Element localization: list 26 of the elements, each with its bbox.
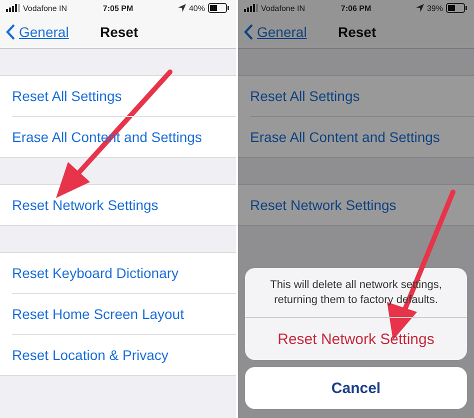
status-time: 7:06 PM	[340, 4, 372, 12]
status-time: 7:05 PM	[102, 4, 134, 12]
settings-row[interactable]: Erase All Content and Settings	[250, 117, 474, 157]
battery-icon	[446, 3, 468, 13]
carrier-name: Vodafone IN	[23, 4, 68, 12]
reset-button[interactable]: Reset Network Settings	[245, 318, 467, 360]
signal-icon	[6, 4, 20, 12]
battery-percent: 40%	[188, 4, 205, 12]
battery-icon	[208, 3, 230, 13]
back-link[interactable]: General	[0, 24, 69, 40]
settings-row[interactable]: Reset Location & Privacy	[12, 335, 236, 375]
settings-row[interactable]: Reset All Settings	[250, 76, 474, 117]
settings-row[interactable]: Reset Home Screen Layout	[12, 294, 236, 335]
location-icon	[178, 4, 186, 12]
location-icon	[416, 4, 424, 12]
back-link[interactable]: General	[238, 24, 307, 40]
screen-title: Reset	[100, 24, 138, 40]
cancel-button[interactable]: Cancel	[245, 367, 467, 409]
screen-title: Reset	[338, 24, 376, 40]
battery-percent: 39%	[426, 4, 443, 12]
settings-row[interactable]: Reset Keyboard Dictionary	[12, 253, 236, 294]
carrier-name: Vodafone IN	[261, 4, 306, 12]
settings-row[interactable]: Reset All Settings	[12, 76, 236, 117]
signal-icon	[244, 4, 258, 12]
back-chevron-icon	[6, 24, 15, 40]
back-chevron-icon	[244, 24, 253, 40]
